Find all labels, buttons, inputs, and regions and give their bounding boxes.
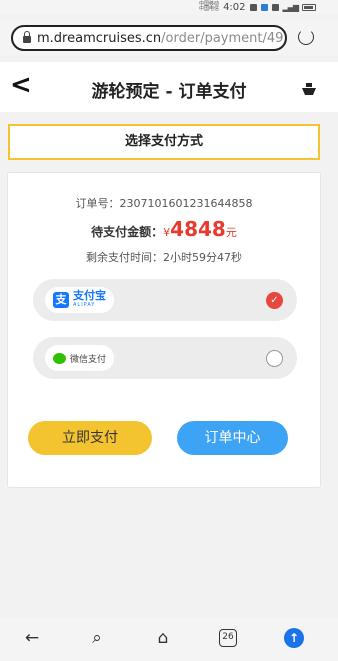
alipay-label: 支付宝	[73, 289, 106, 302]
alipay-badge: 支 支付宝 ALIPAY	[45, 287, 114, 313]
order-number: 订单号：2307101601231644858	[75, 197, 253, 210]
remaining-time: 剩余支付时间：2小时59分47秒	[86, 251, 242, 264]
alipay-text: 支付宝 ALIPAY	[73, 290, 106, 310]
url-host: m.dreamcruises.cn	[37, 30, 162, 46]
lock-icon	[23, 31, 31, 43]
home-icon[interactable]: ⌂	[151, 626, 175, 650]
wechat-option[interactable]: 微信支付	[33, 337, 297, 379]
alipay-icon: 支	[53, 292, 69, 308]
browser-toolbar: m.dreamcruises.cn/order/payment/49	[0, 21, 338, 55]
search-icon[interactable]: ⌕	[85, 626, 109, 650]
page-title: 游轮预定 - 订单支付	[91, 82, 247, 102]
tabs-count: 26	[219, 629, 237, 647]
ship-icon[interactable]	[301, 82, 317, 96]
amount-label: 待支付金额：	[91, 225, 164, 239]
alipay-radio-checked[interactable]: ✓	[266, 292, 283, 309]
alipay-sublabel: ALIPAY	[73, 302, 96, 308]
signal-icon: ▂▄▆	[282, 2, 300, 12]
account-button[interactable]: ↑	[282, 626, 306, 650]
wechat-label: 微信支付	[70, 354, 107, 365]
alipay-option[interactable]: 支 支付宝 ALIPAY ✓	[33, 279, 297, 321]
back-arrow-icon[interactable]: ←	[20, 626, 44, 650]
amount-value: 4848	[170, 217, 226, 241]
upload-icon: ↑	[284, 628, 304, 648]
battery-icon	[302, 3, 316, 11]
nfc-icon	[271, 3, 279, 11]
amount-row: 待支付金额：¥4848元	[8, 217, 320, 241]
wechat-badge: 微信支付	[45, 345, 115, 371]
address-bar[interactable]: m.dreamcruises.cn/order/payment/49	[11, 25, 287, 51]
payment-method-header: 选择支付方式	[8, 124, 320, 160]
pay-now-button[interactable]: 立即支付	[28, 421, 152, 455]
wechat-icon	[53, 352, 66, 364]
wechat-radio[interactable]	[266, 350, 283, 367]
tabs-button[interactable]: 26	[216, 626, 240, 650]
carrier-label: 中国移动 中国电信	[199, 1, 220, 12]
url-path: /order/payment/49	[161, 30, 284, 46]
status-bar: 中国移动 中国电信 4:02 ▂▄▆	[0, 0, 338, 14]
page-header: < 游轮预定 - 订单支付	[0, 62, 338, 112]
status-time: 4:02	[223, 1, 246, 13]
reload-icon[interactable]	[298, 29, 314, 45]
payment-card: 订单号：2307101601231644858 待支付金额：¥4848元 剩余支…	[7, 172, 321, 488]
amount-unit: 元	[225, 226, 237, 239]
chat-notification-icon	[249, 3, 257, 11]
app-notification-icon	[260, 3, 268, 11]
order-center-button[interactable]: 订单中心	[177, 421, 288, 455]
browser-bottom-nav: ← ⌕ ⌂ 26 ↑	[0, 618, 338, 661]
